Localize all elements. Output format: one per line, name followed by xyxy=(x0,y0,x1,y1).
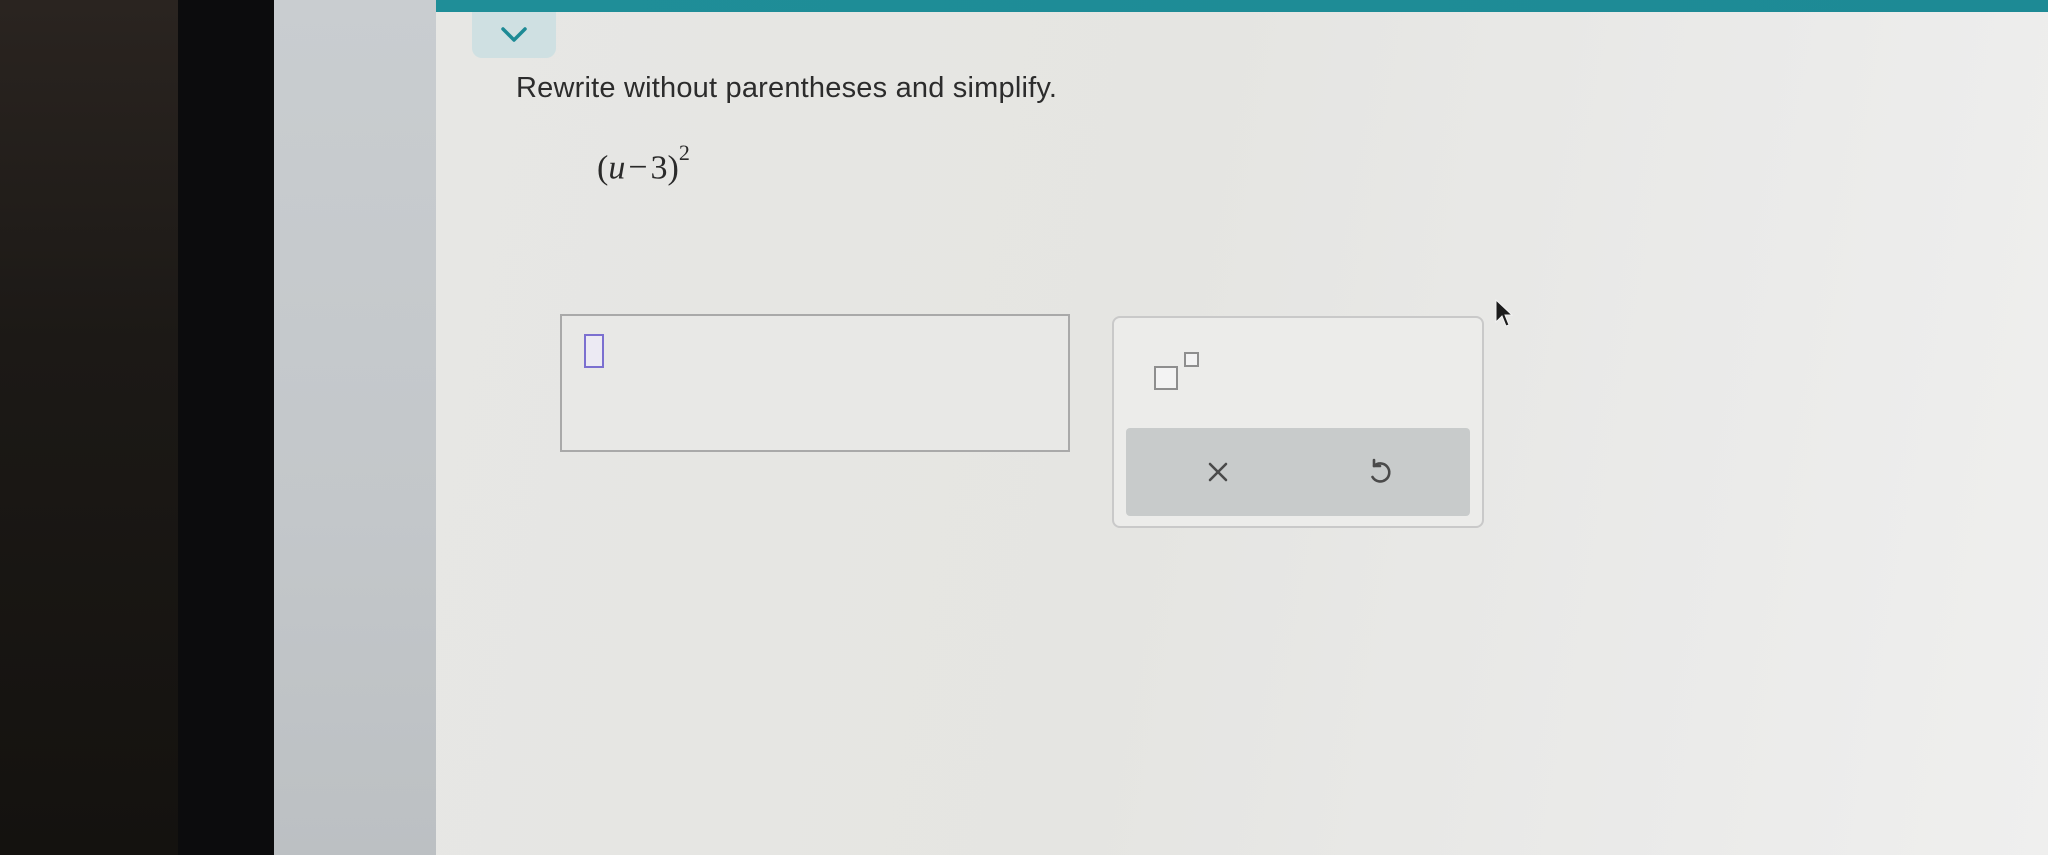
close-paren: ) xyxy=(667,149,679,187)
expression-exponent: 2 xyxy=(678,140,690,165)
exponent-button[interactable] xyxy=(1154,352,1210,398)
undo-button[interactable] xyxy=(1356,448,1404,496)
expression-variable: u xyxy=(608,149,626,187)
screen: Rewrite without parentheses and simplify… xyxy=(0,0,2048,855)
answer-cursor-box[interactable] xyxy=(584,334,604,368)
expression-operator: − xyxy=(628,149,648,187)
collapse-toggle-button[interactable] xyxy=(472,12,556,58)
open-paren: ( xyxy=(597,149,609,187)
answer-input[interactable] xyxy=(560,314,1070,452)
expression-constant: 3 xyxy=(650,149,668,187)
monitor-bezel xyxy=(178,0,278,855)
exponent-power-box-icon xyxy=(1184,352,1199,367)
question-instruction: Rewrite without parentheses and simplify… xyxy=(516,72,1058,104)
background-room xyxy=(0,0,180,855)
math-expression: (u−3)2 xyxy=(597,140,690,187)
toolbox-action-bar xyxy=(1126,428,1470,516)
top-bar xyxy=(436,0,2048,12)
math-toolbox xyxy=(1112,316,1484,528)
left-panel xyxy=(274,0,436,855)
mouse-pointer-icon xyxy=(1495,298,1514,327)
close-icon xyxy=(1208,462,1228,482)
clear-button[interactable] xyxy=(1194,448,1242,496)
undo-icon xyxy=(1371,458,1391,483)
exponent-base-box-icon xyxy=(1154,366,1178,390)
chevron-down-icon xyxy=(501,27,527,42)
